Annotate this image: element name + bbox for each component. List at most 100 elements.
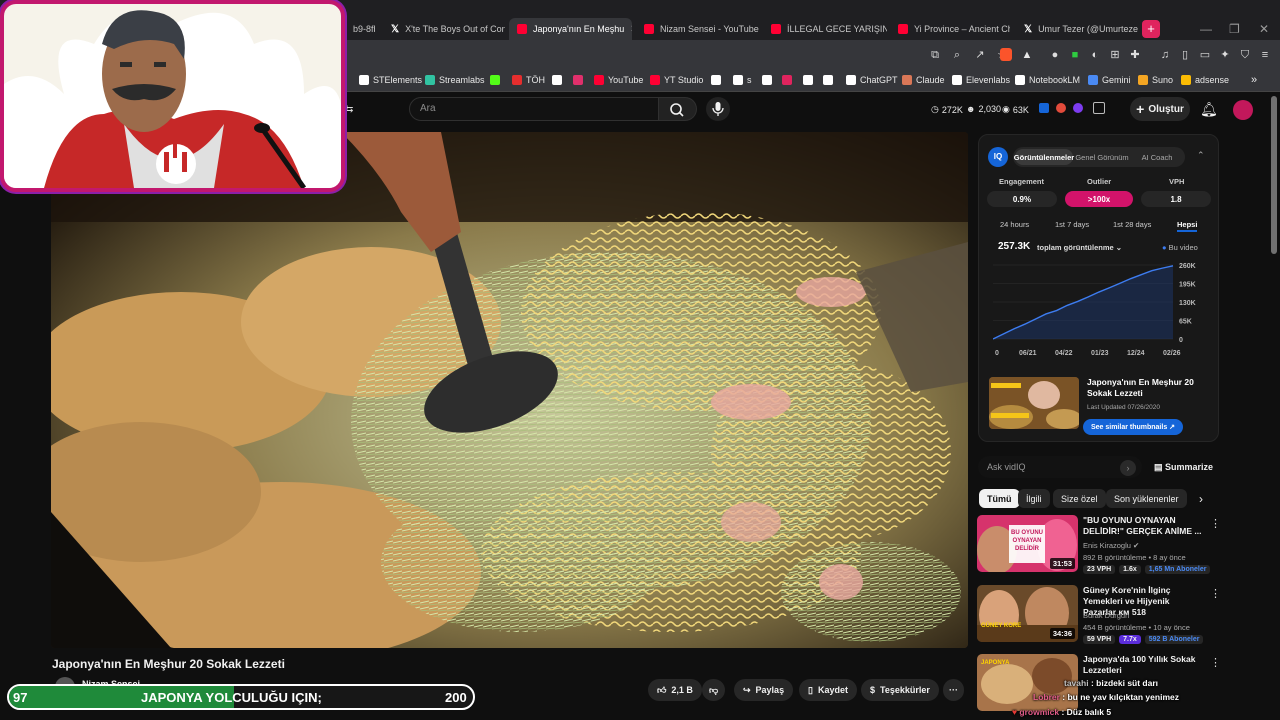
music-icon[interactable]: ♫ [1158,48,1172,62]
avatar[interactable] [1233,100,1253,120]
browser-tab-0[interactable]: b9-8fb [345,18,375,40]
page-scrollbar[interactable] [1271,96,1277,254]
bookmark-item[interactable]: Gemini [1088,73,1131,87]
more-options-icon[interactable]: ⋮ [1210,517,1221,530]
bookmark-item[interactable]: adsense [1181,73,1229,87]
related-thumbnail[interactable] [989,377,1079,429]
more-options-icon[interactable]: ⋮ [1210,587,1221,600]
ask-vidiq-input[interactable]: Ask vidIQ [978,456,1142,478]
chip-recent[interactable]: Son yüklenenler [1106,489,1187,508]
bookmark-item[interactable]: Suno [1138,73,1173,87]
extension-icon[interactable] [1073,103,1083,113]
bookmark-item[interactable]: YT Studio [650,73,703,87]
chips-next-icon[interactable]: › [1199,492,1203,506]
bookmark-item[interactable] [782,73,796,87]
bookmark-item[interactable] [803,73,817,87]
browser-tab-1[interactable]: 𝕏 X'te The Boys Out of Conte [383,18,505,40]
maximize-button[interactable]: ❐ [1229,22,1240,36]
like-button[interactable]: 👍︎ 2,1 B [648,679,702,701]
recommendation-badges: 59 VPH 7.7x 592 B Aboneler [1083,635,1204,644]
range-7d[interactable]: 1st 7 days [1055,220,1089,229]
extensions-puzzle-icon[interactable]: ✚ [1128,48,1142,62]
bookmark-item[interactable] [711,73,725,87]
bookmark-item[interactable]: ChatGPT [846,73,898,87]
install-app-icon[interactable]: ⧉ [928,48,942,62]
collapse-chevron-icon[interactable]: ⌃ [1197,150,1205,161]
bookmark-item[interactable]: NotebookLM [1015,73,1080,87]
bookmark-item[interactable] [823,73,837,87]
stat-value: 2,030 [978,104,1002,114]
minimize-button[interactable]: — [1200,22,1212,36]
browser-tab-3[interactable]: Nizam Sensei - YouTube [636,18,760,40]
stat-value: 272K [941,104,963,115]
menu-icon[interactable]: ≡ [1258,48,1272,62]
video-player[interactable] [51,132,968,648]
wallet-icon[interactable]: ▭ [1198,48,1212,62]
leo-ai-icon[interactable]: ✦ [1218,48,1232,62]
bookmark-item[interactable]: Streamlabs [425,73,485,87]
more-actions-button[interactable]: ··· [943,679,964,701]
share-page-icon[interactable]: ↗ [973,48,987,62]
share-button[interactable]: ↪ Paylaş [734,679,794,701]
browser-tab-2[interactable]: Japonya'nın En Meşhu ✕ [509,18,632,40]
summarize-button[interactable]: ▤ Summarize [1154,462,1213,473]
bookmarks-more-icon[interactable]: » [1251,73,1257,87]
chip-for-you[interactable]: Size özel [1053,489,1106,508]
extension-icon[interactable]: ● [1048,48,1062,62]
vidiq-icon[interactable] [1039,103,1049,113]
bookmark-item[interactable]: Claude [902,73,945,87]
recommendation-item[interactable]: GÜNEY KORE 34:36 Güney Kore'nin İlginç Y… [977,585,1267,645]
see-similar-thumbnails-button[interactable]: See similar thumbnails ↗ [1083,419,1183,435]
extension-icon[interactable] [1056,103,1066,113]
summary-icon: ▤ [1154,462,1163,472]
recommendation-thumbnail: GÜNEY KORE 34:36 [977,585,1078,642]
recommendation-item[interactable]: BU OYUNU OYNAYAN DELİDİR 31:53 "BU OYUNU… [977,515,1267,575]
create-button[interactable]: + Oluştur [1130,97,1190,121]
extension-green-icon[interactable]: ■ [1068,48,1082,62]
save-button[interactable]: ▯ Kaydet [799,679,857,701]
extension-icon[interactable]: ◐ [1088,48,1102,62]
total-views-dropdown[interactable]: toplam görüntülenme ⌄ [1037,243,1122,252]
dislike-button[interactable]: 👎︎ [702,679,726,701]
search-input[interactable]: Ara [409,97,659,121]
range-all[interactable]: Hepsi [1177,220,1198,232]
filter-icon[interactable]: ⇆ [345,104,353,115]
browser-tab-6[interactable]: 𝕏 Umur Tezer (@Umurtezer) [1016,18,1138,40]
notifications-bell-icon[interactable]: 🔔︎ [1200,101,1218,118]
tab-overview[interactable]: Genel Görünüm [1074,149,1130,165]
range-24h[interactable]: 24 hours [1000,220,1029,229]
bookmark-item[interactable]: STElements [359,73,422,87]
bookmark-item[interactable]: TÖH [512,73,545,87]
browser-tab-4[interactable]: İLLEGAL GECE YARIŞINA K [763,18,887,40]
search-button[interactable] [659,97,697,121]
ask-send-icon[interactable]: › [1120,460,1136,476]
chip-related[interactable]: İlgili [1018,489,1050,508]
range-28d[interactable]: 1st 28 days [1113,220,1151,229]
vpn-shield-icon[interactable]: ⛉ [1238,48,1252,62]
bookmark-item[interactable]: s [733,73,752,87]
bookmark-item[interactable] [490,73,504,87]
bookmark-favicon-icon [594,75,604,85]
brave-shield-icon[interactable] [1000,48,1012,61]
bookmark-item[interactable] [573,73,587,87]
close-tab-icon[interactable]: ✕ [630,24,632,35]
alert-triangle-icon[interactable]: ▲ [1020,48,1034,62]
sidebar-icon[interactable]: ▯ [1178,48,1192,62]
close-window-button[interactable]: ✕ [1259,22,1269,36]
extension-icon[interactable] [1093,102,1105,114]
new-tab-button[interactable]: + [1142,20,1160,38]
more-options-icon[interactable]: ⋮ [1210,656,1221,669]
thanks-button[interactable]: $ Teşekkürler [861,679,939,701]
zoom-icon[interactable]: ⌕ [950,48,964,62]
bookmark-item[interactable] [552,73,566,87]
browser-tab-5[interactable]: Yi Province – Ancient Chin [890,18,1010,40]
chip-all[interactable]: Tümü [979,489,1020,508]
bookmark-item[interactable] [762,73,776,87]
extension-icon[interactable]: ⊞ [1108,48,1122,62]
bookmark-item[interactable]: Elevenlabs [952,73,1010,87]
tab-views[interactable]: Görüntülenmeler [1014,149,1074,165]
bookmark-item[interactable]: YouTube [594,73,643,87]
voice-search-button[interactable] [706,97,730,121]
outlier-label: Outlier [1087,177,1112,186]
tab-ai-coach[interactable]: AI Coach [1132,149,1182,165]
